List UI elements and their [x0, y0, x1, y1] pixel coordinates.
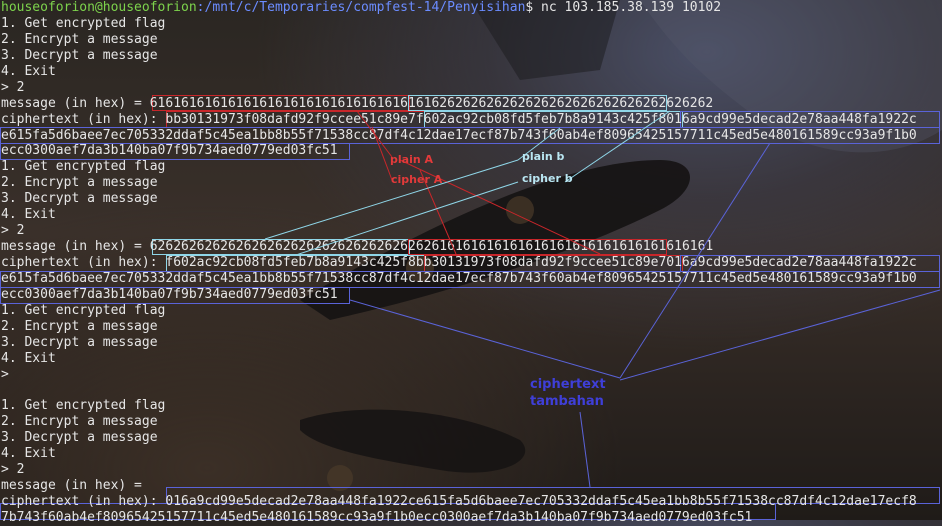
plain-b-hex: 626262626262626262626262626262626262	[149, 239, 432, 255]
message-line: message (in hex) =	[1, 478, 942, 494]
menu-item-exit: 4. Exit	[1, 207, 56, 223]
input-prompt: > 2	[1, 79, 25, 95]
menu-item-encrypt: 2. Encrypt a message	[1, 31, 158, 47]
shell-prompt-line: houseoforion@houseoforion:/mnt/c/Tempora…	[1, 0, 942, 16]
menu-item-encrypt: 2. Encrypt a message	[1, 175, 158, 191]
menu-item-exit: 4. Exit	[1, 63, 56, 79]
plain-a-annotation: plain A	[390, 153, 434, 166]
menu-item-exit: 4. Exit	[1, 446, 56, 462]
cipher-extra-hex: 016a9cd99e5decad2e78aa448fa1922c	[666, 111, 917, 127]
message-label: message (in hex) =	[1, 478, 150, 494]
ciphertext-wrap-line: e615fa5d6baee7ec705332ddaf5c45ea1bb8b55f…	[1, 270, 917, 286]
ciphertext-wrap-line: ecc0300aef7da3b140ba07f9b734aed0779ed03f…	[1, 143, 338, 159]
terminal-output: houseoforion@houseoforion:/mnt/c/Tempora…	[1, 0, 942, 526]
message-label: message (in hex) =	[1, 239, 150, 255]
cipher-extra-annotation: ciphertext tambahan	[530, 376, 606, 410]
message-label: message (in hex) =	[1, 95, 150, 111]
menu-item-decrypt: 3. Decrypt a message	[1, 191, 158, 207]
menu-item-decrypt: 3. Decrypt a message	[1, 430, 158, 446]
plain-b-annotation: plain b	[522, 150, 565, 163]
ciphertext-wrap-line: ecc0300aef7da3b140ba07f9b734aed0779ed03f…	[1, 286, 338, 302]
menu-item-exit: 4. Exit	[1, 350, 56, 366]
plain-b-hex: 626262626262626262626262626262626262	[431, 95, 714, 111]
input-prompt: > 2	[1, 462, 25, 478]
prompt-user: houseoforion@houseoforion	[1, 0, 197, 15]
menu-item-encrypt: 2. Encrypt a message	[1, 318, 158, 334]
cipher-a-hex: bb30131973f08dafd92f9ccee51c89e7	[415, 255, 667, 270]
cipher-b-hex: f602ac92cb08fd5feb7b8a9143c425f8	[415, 111, 667, 127]
cipher-extra-hex: 016a9cd99e5decad2e78aa448fa1922ce615fa5d…	[165, 494, 917, 510]
ciphertext-line: ciphertext (in hex): f602ac92cb08fd5feb7…	[1, 255, 942, 271]
cipher-b-annotation: cipher b	[522, 172, 573, 185]
plain-a-hex: 616161616161616161616161616161616161	[149, 95, 432, 111]
ciphertext-wrap-line: e615fa5d6baee7ec705332ddaf5c45ea1bb8b55f…	[1, 127, 917, 143]
empty-prompt: >	[1, 366, 9, 382]
cipher-extra-hex: 016a9cd99e5decad2e78aa448fa1922c	[666, 255, 917, 270]
menu-item-get-flag: 1. Get encrypted flag	[1, 159, 166, 175]
message-line: message (in hex) = 616161616161616161616…	[1, 96, 942, 112]
prompt-command: $ nc 103.185.38.139 10102	[525, 0, 722, 15]
ciphertext-label: ciphertext (in hex):	[1, 255, 166, 270]
plain-a-hex: 616161616161616161616161616161616161	[431, 239, 714, 255]
cipher-extra-annotation-line2: tambahan	[530, 394, 604, 409]
ciphertext-line: ciphertext (in hex): 016a9cd99e5decad2e7…	[1, 494, 942, 510]
ciphertext-label: ciphertext (in hex):	[1, 494, 166, 510]
menu-item-get-flag: 1. Get encrypted flag	[1, 15, 166, 31]
menu-item-get-flag: 1. Get encrypted flag	[1, 302, 166, 318]
cipher-b-hex: f602ac92cb08fd5feb7b8a9143c425f8	[165, 255, 416, 270]
cipher-extra-annotation-line1: ciphertext	[530, 377, 606, 392]
ciphertext-label: ciphertext (in hex):	[1, 111, 166, 127]
cipher-a-hex: bb30131973f08dafd92f9ccee51c89e7	[165, 111, 416, 127]
menu-item-encrypt: 2. Encrypt a message	[1, 414, 158, 430]
input-prompt: > 2	[1, 223, 25, 239]
menu-item-get-flag: 1. Get encrypted flag	[1, 398, 166, 414]
message-line: message (in hex) = 626262626262626262626…	[1, 239, 942, 255]
ciphertext-line: ciphertext (in hex): bb30131973f08dafd92…	[1, 112, 942, 128]
ciphertext-wrap-line: 7b743f60ab4ef80965425157711c45ed5e480161…	[1, 510, 753, 525]
menu-item-decrypt: 3. Decrypt a message	[1, 334, 158, 350]
cipher-a-annotation: cipher A	[391, 173, 443, 186]
prompt-path: :/mnt/c/Temporaries/compfest-14/Penyisih…	[196, 0, 526, 15]
menu-item-decrypt: 3. Decrypt a message	[1, 47, 158, 63]
